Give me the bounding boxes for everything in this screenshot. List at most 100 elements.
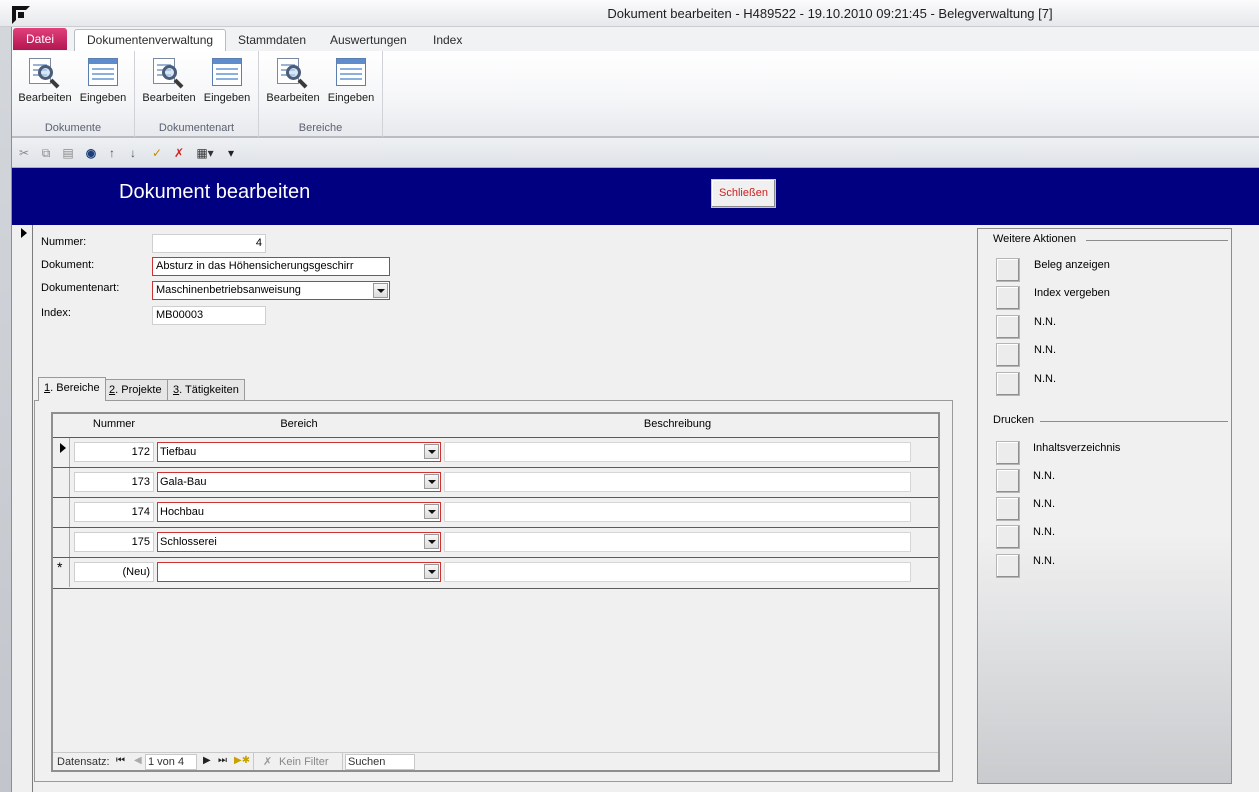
next-record-icon[interactable]: ▶ xyxy=(203,755,211,766)
weitere-aktionen-title: Weitere Aktionen xyxy=(993,233,1082,245)
chevron-down-icon[interactable] xyxy=(424,534,439,549)
weitere-nn-label-1: N.N. xyxy=(1034,316,1056,328)
table-row-nummer[interactable]: 173 xyxy=(74,472,154,492)
find-icon[interactable]: ◉ xyxy=(83,145,99,161)
table-row-bereich[interactable]: Gala-Bau xyxy=(157,472,441,492)
dokumentenart-select[interactable]: Maschinenbetriebsanweisung xyxy=(152,281,390,300)
table-row-beschreibung[interactable] xyxy=(444,472,911,492)
table-row-nummer[interactable]: 172 xyxy=(74,442,154,462)
index-field[interactable]: MB00003 xyxy=(152,306,266,325)
table-row-bereich[interactable]: Hochbau xyxy=(157,502,441,522)
table-row-beschreibung[interactable] xyxy=(444,502,911,522)
ribbon-body: Bearbeiten Eingeben Dokumente Bearbeiten… xyxy=(12,51,1259,137)
dokument-label: Dokument: xyxy=(41,259,95,271)
index-vergeben-button[interactable] xyxy=(996,286,1020,310)
customize-icon[interactable]: ▾ xyxy=(223,145,239,161)
drucken-nn-label-4: N.N. xyxy=(1033,555,1055,567)
new-record-icon[interactable]: ▶✱ xyxy=(234,755,250,766)
row-selector[interactable]: * xyxy=(53,558,70,587)
sort-ascending-icon[interactable]: ↑ xyxy=(104,145,120,161)
weitere-nn-button-3[interactable] xyxy=(996,372,1020,396)
inhaltsverzeichnis-button[interactable] xyxy=(996,441,1020,465)
left-window-strip xyxy=(0,0,12,792)
tab-taetigkeiten-label: . Tätigkeiten xyxy=(179,384,239,396)
table-row-nummer[interactable]: 174 xyxy=(74,502,154,522)
row-selector[interactable] xyxy=(53,528,70,557)
weitere-nn-button-2[interactable] xyxy=(996,343,1020,367)
table-row-nummer[interactable]: (Neu) xyxy=(74,562,154,582)
drucken-title: Drucken xyxy=(993,414,1040,426)
record-nav-label: Datensatz: xyxy=(57,756,110,768)
drucken-nn-button-1[interactable] xyxy=(996,469,1020,493)
bereiche-bearbeiten-button[interactable]: Bearbeiten xyxy=(264,56,322,108)
beleg-anzeigen-button[interactable] xyxy=(996,258,1020,282)
tab-auswertungen[interactable]: Auswertungen xyxy=(318,29,419,51)
drucken-nn-button-2[interactable] xyxy=(996,497,1020,521)
row-divider xyxy=(53,437,938,438)
search-input[interactable]: Suchen xyxy=(345,754,415,770)
view-switch-icon[interactable]: ▦▾ xyxy=(194,145,216,161)
tab-datei[interactable]: Datei xyxy=(13,28,68,50)
weitere-nn-label-2: N.N. xyxy=(1034,344,1056,356)
table-row-nummer[interactable]: 175 xyxy=(74,532,154,552)
copy-icon[interactable]: ⧉ xyxy=(38,145,54,161)
dokumentenart-eingeben-button[interactable]: Eingeben xyxy=(198,56,256,108)
button-label: Bearbeiten xyxy=(18,92,72,104)
nummer-field[interactable]: 4 xyxy=(152,234,266,253)
row-selector[interactable] xyxy=(53,468,70,497)
bereich-value: Schlosserei xyxy=(160,536,217,548)
section-rule xyxy=(1086,240,1228,241)
table-row-bereich[interactable]: Schlosserei xyxy=(157,532,441,552)
app-logo-icon[interactable] xyxy=(12,6,30,24)
weitere-nn-button-1[interactable] xyxy=(996,315,1020,339)
table-row-beschreibung[interactable] xyxy=(444,562,911,582)
chevron-down-icon[interactable] xyxy=(424,444,439,459)
filter-status-button[interactable]: Kein Filter xyxy=(279,756,329,768)
no-filter-icon[interactable]: ✗ xyxy=(263,755,272,768)
record-position-field[interactable]: 1 von 4 xyxy=(145,754,197,770)
button-label: Bearbeiten xyxy=(266,92,320,104)
bereiche-eingeben-button[interactable]: Eingeben xyxy=(322,56,380,108)
sort-descending-icon[interactable]: ↓ xyxy=(125,145,141,161)
previous-record-icon[interactable]: ◀ xyxy=(134,755,142,766)
group-label-bereiche: Bereiche xyxy=(298,122,343,134)
chevron-down-icon[interactable] xyxy=(424,474,439,489)
first-record-icon[interactable]: ⏮ xyxy=(116,755,125,766)
tab-taetigkeiten[interactable]: 3. Tätigkeiten xyxy=(167,379,245,400)
table-row-bereich[interactable] xyxy=(157,562,441,582)
chevron-down-icon[interactable] xyxy=(424,504,439,519)
tab-bereiche[interactable]: 1. Bereiche xyxy=(38,377,106,401)
dokumentenart-label: Dokumentenart: xyxy=(41,282,120,294)
section-rule xyxy=(1039,421,1228,422)
tab-projekte[interactable]: 2. Projekte xyxy=(103,379,168,400)
search-document-icon xyxy=(153,58,185,89)
tab-dokumentenverwaltung[interactable]: Dokumentenverwaltung xyxy=(74,29,227,51)
dokumente-bearbeiten-button[interactable]: Bearbeiten xyxy=(16,56,74,108)
button-label: Eingeben xyxy=(327,92,375,104)
filter-icon[interactable]: ✓ xyxy=(149,145,165,161)
button-label: Bearbeiten xyxy=(142,92,196,104)
chevron-down-icon[interactable] xyxy=(424,564,439,579)
tab-index[interactable]: Index xyxy=(421,29,474,51)
chevron-down-icon[interactable] xyxy=(373,283,388,298)
table-row-beschreibung[interactable] xyxy=(444,532,911,552)
tab-stammdaten[interactable]: Stammdaten xyxy=(226,29,318,51)
row-selector[interactable] xyxy=(53,438,70,467)
table-row-beschreibung[interactable] xyxy=(444,442,911,462)
paste-icon[interactable]: ▤ xyxy=(60,145,76,161)
cut-icon[interactable]: ✂ xyxy=(16,145,32,161)
dokument-field[interactable]: Absturz in das Höhensicherungsgeschirr xyxy=(152,257,390,276)
close-button[interactable]: Schließen xyxy=(711,179,776,208)
row-divider xyxy=(53,467,938,468)
row-divider xyxy=(53,497,938,498)
last-record-icon[interactable]: ⏭ xyxy=(218,755,227,766)
drucken-nn-button-3[interactable] xyxy=(996,525,1020,549)
drucken-nn-button-4[interactable] xyxy=(996,554,1020,578)
clear-filter-icon[interactable]: ✗ xyxy=(171,145,187,161)
dokumente-eingeben-button[interactable]: Eingeben xyxy=(74,56,132,108)
bereiche-subform xyxy=(51,412,940,772)
row-selector[interactable] xyxy=(53,498,70,527)
record-selector[interactable] xyxy=(12,225,33,792)
table-row-bereich[interactable]: Tiefbau xyxy=(157,442,441,462)
dokumentenart-bearbeiten-button[interactable]: Bearbeiten xyxy=(140,56,198,108)
